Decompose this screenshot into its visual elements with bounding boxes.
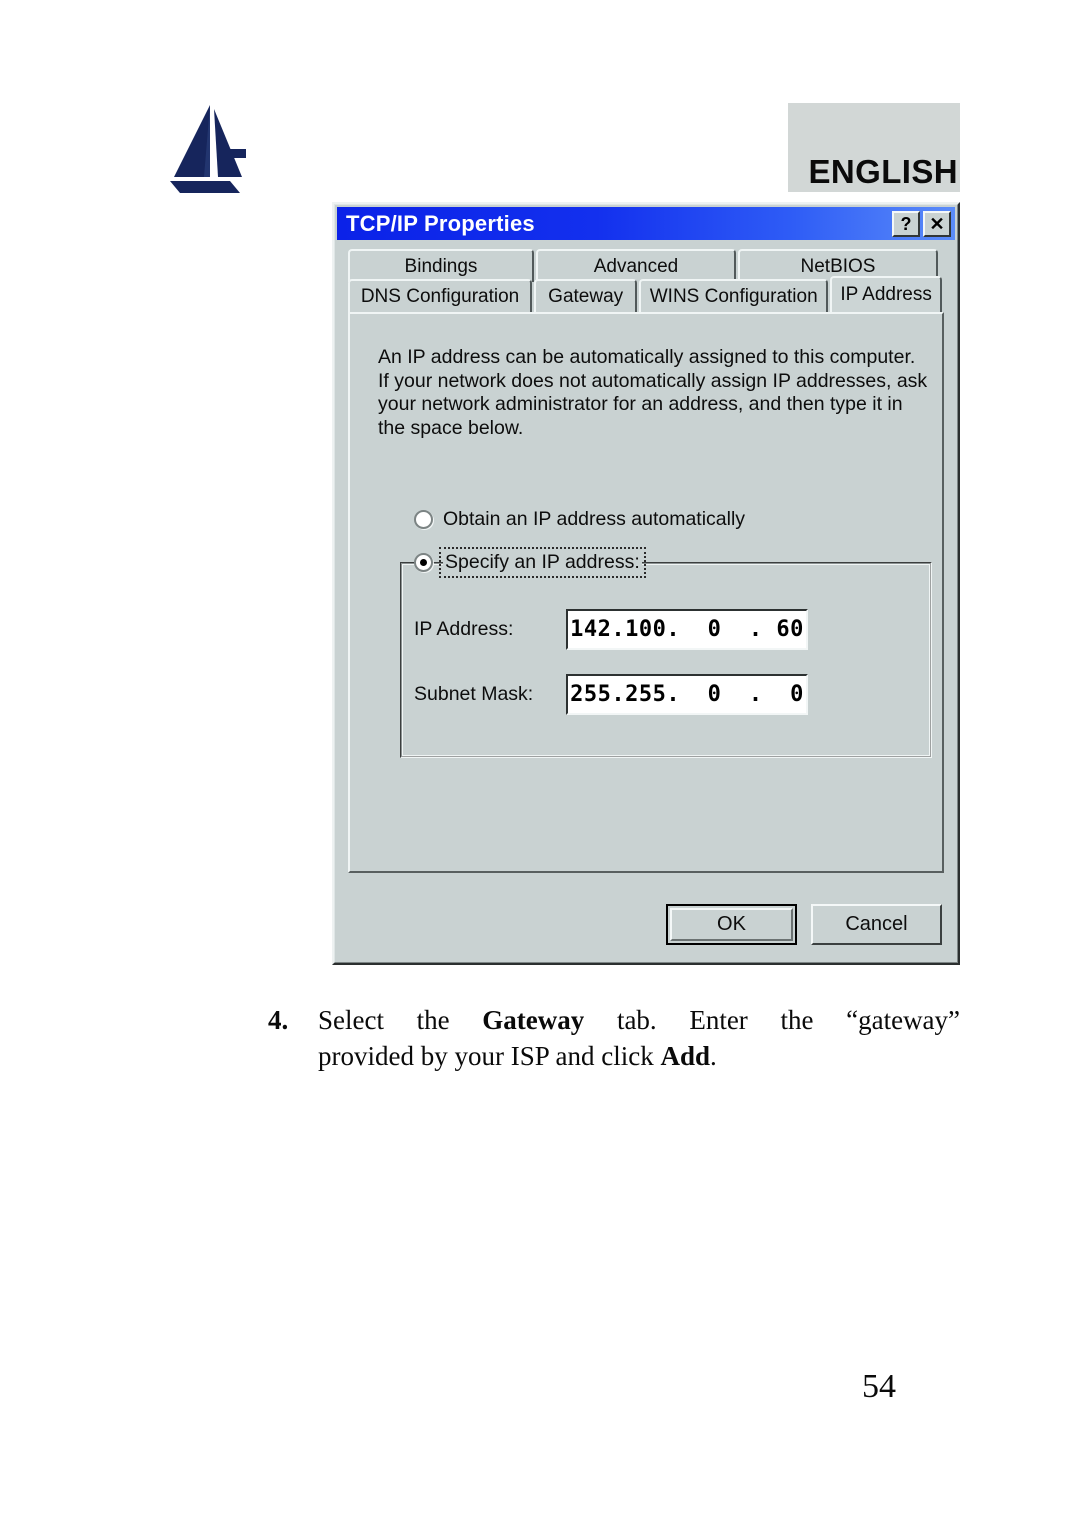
page-number: 54 <box>862 1368 896 1405</box>
radio-obtain-ip-automatically[interactable]: Obtain an IP address automatically <box>414 508 745 531</box>
close-button[interactable]: ✕ <box>923 210 951 237</box>
language-banner: ENGLISH <box>788 103 960 192</box>
language-label: ENGLISH <box>808 153 958 190</box>
tab-row-lower: DNS Configuration Gateway WINS Configura… <box>348 276 944 312</box>
radio-button-unselected-icon[interactable] <box>414 510 433 529</box>
caption-l1-bold: Gateway <box>482 1005 585 1035</box>
tab-strip: Bindings Advanced NetBIOS DNS Configurat… <box>348 249 944 313</box>
titlebar-button-group: ? ✕ <box>892 210 951 237</box>
caption-l1-p5: “gateway” <box>846 1005 961 1035</box>
cancel-button[interactable]: Cancel <box>811 904 942 945</box>
radio-button-selected-icon[interactable] <box>414 553 433 572</box>
caption-body: Select the Gateway tab. Enter the “gatew… <box>318 1002 960 1074</box>
ip-address-tab-panel: An IP address can be automatically assig… <box>348 312 944 873</box>
caption-line-2: provided by your ISP and click Add. <box>318 1038 960 1074</box>
ip-address-label: IP Address: <box>414 618 514 640</box>
description-line-4: the space below. <box>378 416 524 439</box>
caption-l2-p1: provided by your ISP and click <box>318 1041 654 1071</box>
description-line-1: An IP address can be automatically assig… <box>378 346 916 368</box>
radio-obtain-label: Obtain an IP address automatically <box>443 508 746 530</box>
dialog-titlebar: TCP/IP Properties ? ✕ <box>337 207 955 240</box>
caption-l2-bold: Add <box>660 1041 710 1071</box>
ip-address-field-row: IP Address: 142.100. 0 . 60 <box>414 609 808 650</box>
description-line-3: your network administrator for an addres… <box>378 393 903 415</box>
tab-dns-configuration[interactable]: DNS Configuration <box>348 279 533 312</box>
ip-address-input[interactable]: 142.100. 0 . 60 <box>566 609 808 650</box>
tab-ip-address[interactable]: IP Address <box>830 276 943 312</box>
dialog-title: TCP/IP Properties <box>346 210 535 236</box>
caption-step-number: 4. <box>268 1005 289 1035</box>
caption-l1-p2: the <box>416 1005 450 1035</box>
caption-l1-p3: tab. Enter <box>616 1005 748 1035</box>
tab-advanced[interactable]: Advanced <box>536 249 736 282</box>
group-box-inner-frame <box>402 564 930 756</box>
caption-l1-p1: Select <box>318 1005 384 1035</box>
caption-l2-p2: . <box>709 1041 717 1071</box>
tab-gateway[interactable]: Gateway <box>534 279 638 312</box>
specify-ip-group-box: IP Address: 142.100. 0 . 60 Subnet Mask:… <box>400 562 932 758</box>
radio-specify-ip-address[interactable]: Specify an IP address: <box>414 547 646 578</box>
subnet-mask-field-row: Subnet Mask: 255.255. 0 . 0 <box>414 674 808 715</box>
ok-button-label: OK <box>670 908 793 941</box>
help-button[interactable]: ? <box>892 210 920 237</box>
ok-button[interactable]: OK <box>666 904 797 945</box>
caption-l1-p4: the <box>780 1005 814 1035</box>
caption-line-1: Select the Gateway tab. Enter the “gatew… <box>318 1002 960 1038</box>
radio-specify-label: Specify an IP address: <box>439 547 646 578</box>
description-line-2: If your network does not automatically a… <box>378 369 928 392</box>
tab-wins-configuration[interactable]: WINS Configuration <box>639 279 829 312</box>
subnet-mask-input[interactable]: 255.255. 0 . 0 <box>566 674 808 715</box>
tcpip-properties-dialog: TCP/IP Properties ? ✕ Bindings Advanced … <box>332 202 960 965</box>
atlantis-logo <box>168 103 262 195</box>
description-text: An IP address can be automatically assig… <box>378 346 928 440</box>
tab-bindings[interactable]: Bindings <box>348 249 534 282</box>
dialog-button-bar: OK Cancel <box>666 904 942 945</box>
instruction-caption: 4. Select the Gateway tab. Enter the “ga… <box>268 1002 960 1074</box>
subnet-mask-label: Subnet Mask: <box>414 683 534 705</box>
